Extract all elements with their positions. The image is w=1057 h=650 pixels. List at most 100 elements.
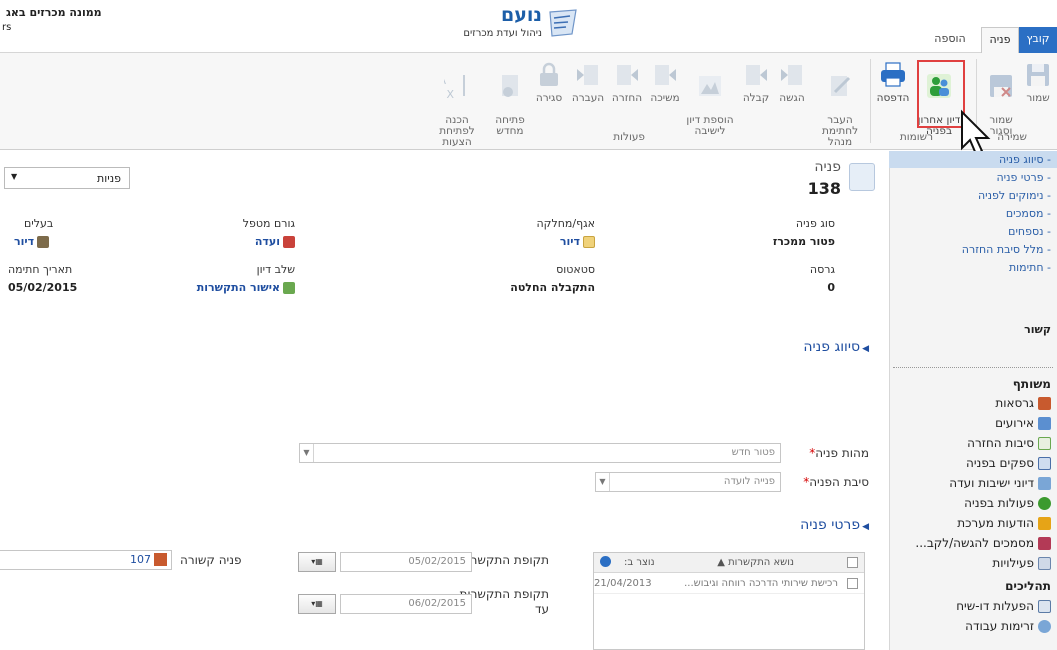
row-subject: רכישת שירותי הדרכה רווחה וגיבוש... bbox=[684, 578, 838, 589]
select-all-checkbox[interactable] bbox=[847, 557, 858, 568]
meetings-icon bbox=[1038, 477, 1051, 490]
nav-divider bbox=[893, 367, 1053, 368]
section-classification-title[interactable]: ◀סיווג פניה bbox=[803, 339, 869, 355]
receive-icon bbox=[743, 61, 769, 89]
save-button[interactable]: שמור bbox=[1021, 61, 1055, 104]
nav-link-label: פרטי פניה bbox=[996, 171, 1044, 184]
nav-item-label: ספקים בפניה bbox=[965, 456, 1034, 470]
save-label: שמור bbox=[1026, 92, 1050, 104]
refresh-icon[interactable] bbox=[600, 556, 611, 567]
events-icon bbox=[1038, 417, 1051, 430]
dept-label: אגף/מחלקה bbox=[536, 217, 595, 230]
table-row[interactable]: רכישת שירותי הדרכה רווחה וגיבוש... 21/04… bbox=[594, 574, 864, 594]
withdraw-label: משיכה bbox=[650, 92, 680, 104]
essence-label: מהות פניה* bbox=[809, 446, 869, 460]
handler-value: ועדה bbox=[254, 235, 280, 248]
nav-item-label: זרימות עבודה bbox=[965, 619, 1034, 633]
submit-button[interactable]: הגשה bbox=[775, 61, 809, 104]
nav-item-system-messages[interactable]: הודעות מערכת bbox=[957, 514, 1051, 532]
nav-link-reasons[interactable]: - נימוקים לפניה bbox=[889, 187, 1057, 204]
col-subject[interactable]: נושא התקשרות ▲ bbox=[717, 557, 794, 568]
view-selector-value: פניות bbox=[97, 172, 121, 185]
tab-add[interactable]: הוספה bbox=[925, 27, 975, 53]
nav-item-committee-meetings[interactable]: דיוני ישיבות ועדה bbox=[949, 474, 1051, 492]
nav-item-actions[interactable]: פעולות בפניה bbox=[964, 494, 1051, 512]
period-from-input[interactable]: 05/02/2015 bbox=[340, 552, 472, 572]
manager-signature-button[interactable]: העבר לחתימת מנהל bbox=[813, 61, 867, 159]
receive-label: קבלה bbox=[742, 92, 770, 104]
row-checkbox[interactable] bbox=[847, 578, 858, 589]
dept-value: דיור bbox=[559, 235, 580, 248]
nav-link-label: סיווג פניה bbox=[998, 153, 1044, 166]
nav-item-label: מסמכים להגשה/לקב... bbox=[915, 536, 1034, 550]
related-inquiry-link[interactable]: 107 bbox=[130, 551, 151, 569]
print-button[interactable]: הדפסה bbox=[875, 61, 911, 104]
nav-item-versions[interactable]: גרסאות bbox=[995, 394, 1051, 412]
calendar-picker-button[interactable]: ▦▾ bbox=[298, 594, 336, 614]
nav-link-documents[interactable]: - מסמכים bbox=[889, 205, 1057, 222]
withdraw-button[interactable]: משיכה bbox=[647, 61, 683, 104]
nav-item-return-reasons[interactable]: סיבות החזרה bbox=[967, 434, 1051, 452]
nav-item-workflows[interactable]: זרימות עבודה bbox=[965, 617, 1051, 635]
type-value: פטור ממכרז bbox=[772, 235, 835, 248]
reason-value: פנייה לועדה bbox=[723, 476, 775, 487]
reason-select[interactable]: פנייה לועדה ▼ bbox=[595, 472, 781, 492]
svg-text:A: A bbox=[444, 74, 446, 87]
nav-link-details[interactable]: - פרטי פניה bbox=[889, 169, 1057, 186]
return-button[interactable]: החזרה bbox=[609, 61, 645, 104]
reason-label: סיבת הפניה* bbox=[803, 475, 869, 489]
nav-item-label: סיבות החזרה bbox=[967, 436, 1034, 450]
nav-link-label: מלל סיבת החזרה bbox=[961, 243, 1044, 256]
prepare-bids-button[interactable]: AX הכנה לפתיחת הצעות bbox=[427, 61, 487, 159]
close-button[interactable]: סגירה bbox=[531, 61, 567, 104]
expand-triangle-icon: ◀ bbox=[862, 344, 869, 354]
add-discussion-button[interactable]: הוספת דיון לישיבה bbox=[685, 61, 735, 148]
nav-item-dialogs[interactable]: הפעלות דו-שיח bbox=[956, 597, 1051, 615]
app-logo: נועם ניהול ועדת מכרזים bbox=[440, 4, 580, 44]
shared-header: משותף bbox=[1012, 377, 1051, 391]
nav-item-activities[interactable]: פעילויות bbox=[992, 554, 1051, 572]
dept-link[interactable]: דיור bbox=[560, 235, 595, 248]
sign-date-label: תאריך חתימה bbox=[8, 263, 73, 276]
add-discussion-label: הוספת דיון לישיבה bbox=[686, 114, 734, 137]
col-created[interactable]: נוצר ב: bbox=[624, 557, 655, 568]
handler-label: גורם מטפל bbox=[242, 217, 295, 230]
person-icon bbox=[283, 236, 295, 248]
save-group-label: שמירה bbox=[997, 131, 1027, 143]
nav-link-signatures[interactable]: - חתימות bbox=[889, 259, 1057, 276]
essence-value: פטור חדש bbox=[731, 447, 775, 458]
gear-icon bbox=[1038, 497, 1051, 510]
nav-link-classification[interactable]: - סיווג פניה bbox=[889, 151, 1057, 168]
view-selector[interactable]: פניות ▼ bbox=[4, 167, 130, 189]
related-inquiry-field[interactable]: 107 bbox=[0, 550, 172, 570]
nav-link-label: נימוקים לפניה bbox=[977, 189, 1044, 202]
section-details-title[interactable]: ◀פרטי פניה bbox=[800, 517, 869, 533]
nav-link-attachments[interactable]: - נספחים bbox=[889, 223, 1057, 240]
nav-item-label: דיוני ישיבות ועדה bbox=[949, 476, 1034, 490]
reopen-button[interactable]: פתיחה מחדש bbox=[491, 61, 529, 148]
actions-group-label: פעולות bbox=[613, 131, 645, 143]
nav-item-submission-docs[interactable]: מסמכים להגשה/לקב... bbox=[915, 534, 1051, 552]
nav-link-return-reason[interactable]: - מלל סיבת החזרה bbox=[889, 241, 1057, 258]
tab-inquiry[interactable]: פניה bbox=[981, 27, 1019, 54]
nav-item-label: אירועים bbox=[995, 416, 1034, 430]
inquiry-icon bbox=[154, 553, 167, 566]
stage-value: אישור התקשרות bbox=[196, 281, 280, 294]
record-number: 138 bbox=[807, 179, 841, 198]
tab-file[interactable]: קובץ bbox=[1019, 27, 1057, 53]
transfer-button[interactable]: העברה bbox=[569, 61, 607, 104]
receive-button[interactable]: קבלה bbox=[739, 61, 773, 104]
nav-item-events[interactable]: אירועים bbox=[995, 414, 1051, 432]
period-from-value: 05/02/2015 bbox=[408, 556, 466, 567]
owner-link[interactable]: דיור bbox=[14, 235, 50, 248]
close-label: סגירה bbox=[535, 92, 563, 104]
nav-item-label: הודעות מערכת bbox=[957, 516, 1034, 530]
period-to-input[interactable]: 06/02/2015 bbox=[340, 594, 472, 614]
svg-text:X: X bbox=[446, 88, 454, 100]
stage-link[interactable]: אישור התקשרות bbox=[197, 281, 295, 294]
nav-item-suppliers[interactable]: ספקים בפניה bbox=[966, 454, 1051, 472]
essence-select[interactable]: פטור חדש ▼ bbox=[299, 443, 781, 463]
handler-link[interactable]: ועדה bbox=[255, 235, 295, 248]
logo-mark-icon bbox=[549, 9, 577, 37]
calendar-picker-button[interactable]: ▦▾ bbox=[298, 552, 336, 572]
